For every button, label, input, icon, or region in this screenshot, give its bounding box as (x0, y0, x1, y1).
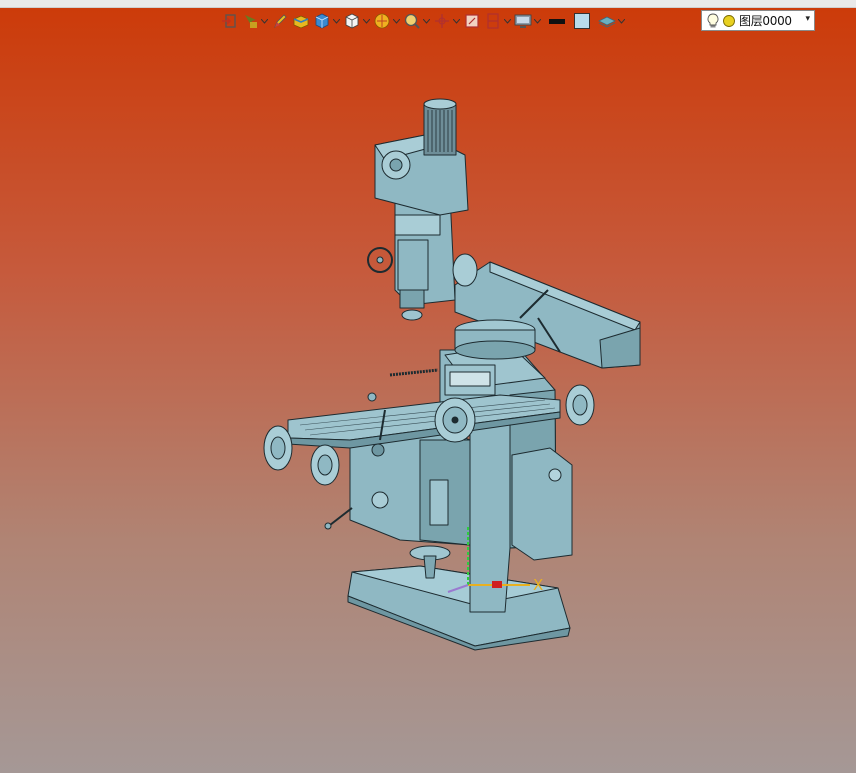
milling-machine-model (263, 98, 641, 651)
axis-x-label: X (533, 576, 543, 594)
model-viewport[interactable]: X (0, 0, 856, 773)
